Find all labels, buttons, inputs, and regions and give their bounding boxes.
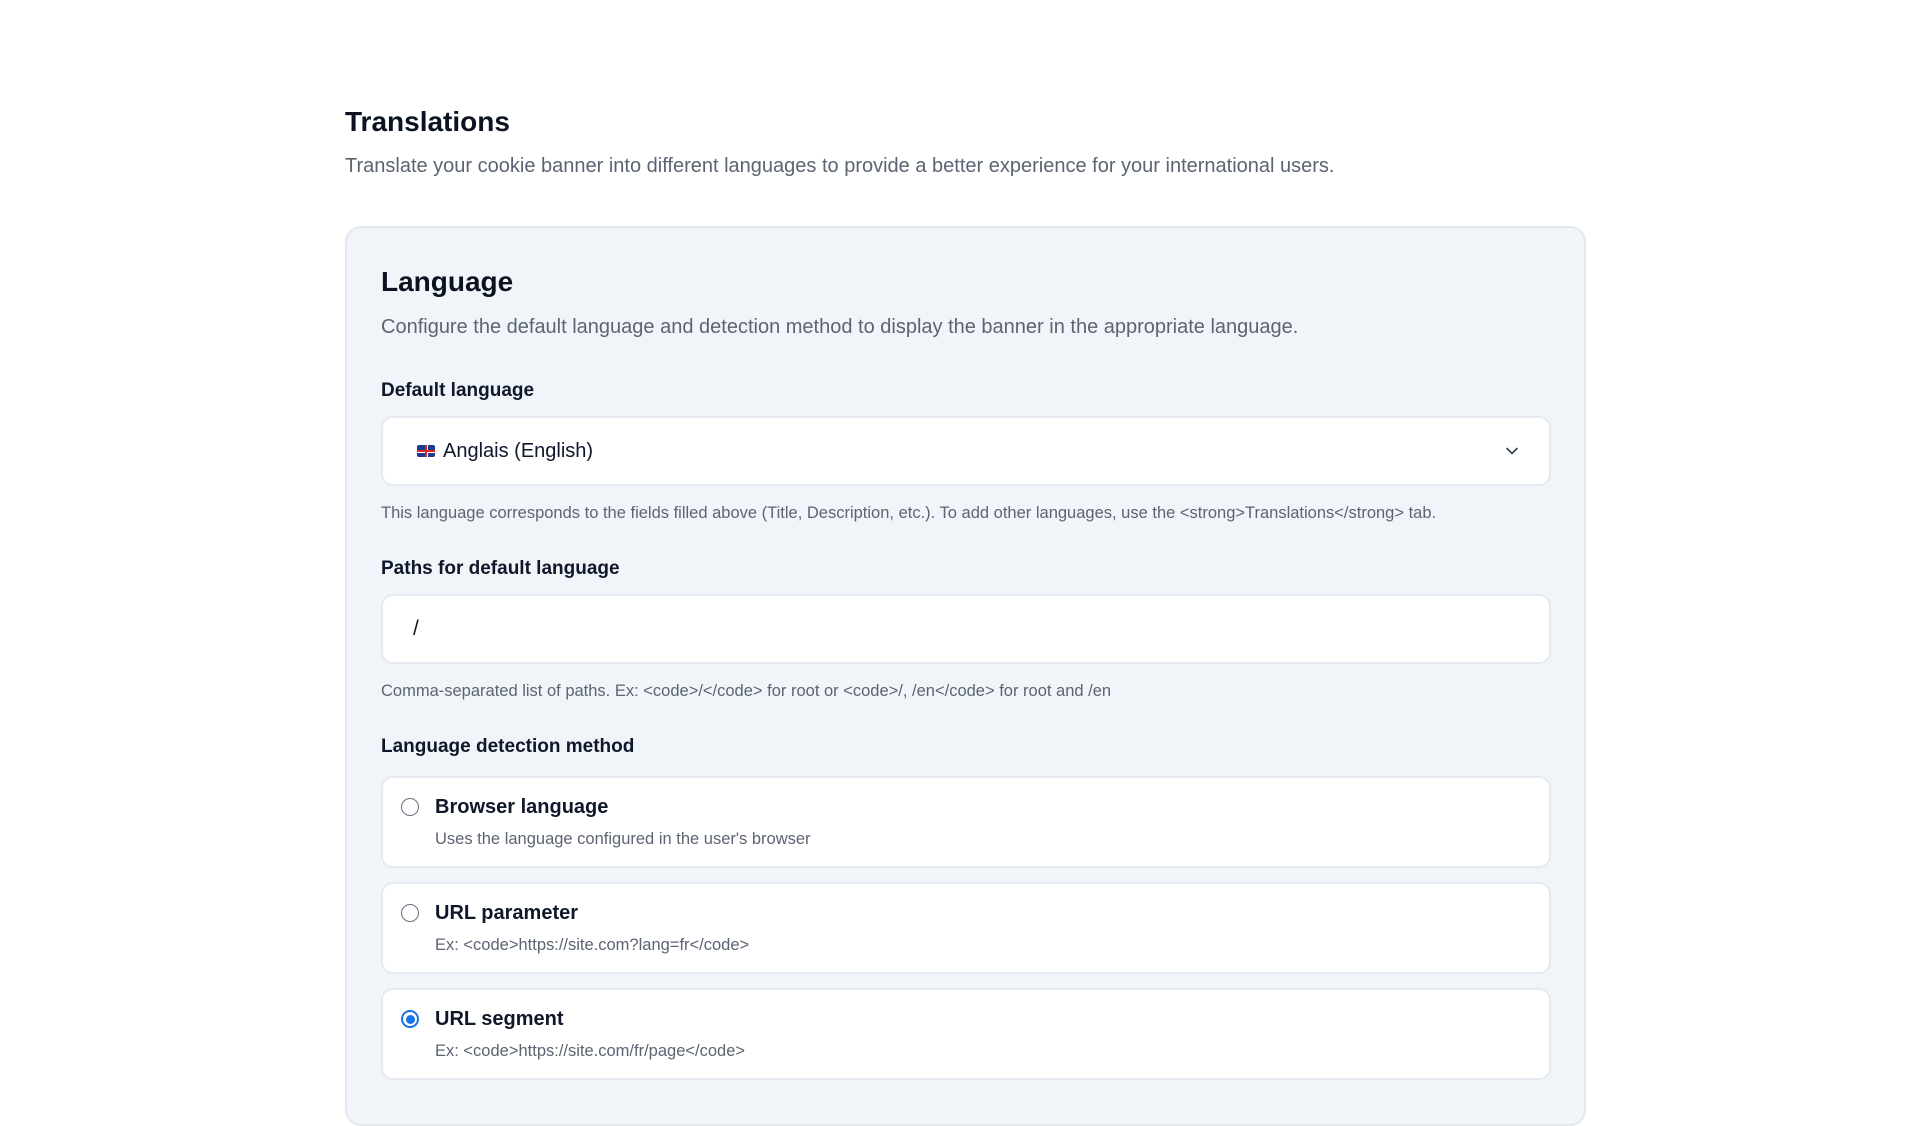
- chevron-down-icon: [1506, 447, 1518, 455]
- radio-button[interactable]: [401, 904, 419, 922]
- detection-option-url-parameter[interactable]: URL parameter Ex: <code>https://site.com…: [381, 882, 1551, 974]
- option-description: Ex: <code>https://site.com/fr/page</code…: [435, 1042, 746, 1060]
- default-language-help: This language corresponds to the fields …: [381, 504, 1437, 522]
- paths-help: Comma-separated list of paths. Ex: <code…: [381, 682, 1112, 700]
- option-description: Uses the language configured in the user…: [435, 830, 811, 848]
- translations-page: Translations Translate your cookie banne…: [345, 0, 1586, 1126]
- default-language-value: Anglais (English): [443, 439, 594, 462]
- language-card-title: Language: [381, 266, 514, 297]
- default-language-label: Default language: [381, 380, 535, 401]
- detection-method-label: Language detection method: [381, 736, 635, 757]
- radio-button[interactable]: [401, 798, 419, 816]
- page-subtitle: Translate your cookie banner into differ…: [345, 155, 1335, 177]
- radio-button-selected[interactable]: [401, 1010, 419, 1028]
- option-title: URL segment: [435, 1008, 564, 1030]
- default-language-select[interactable]: Anglais (English): [381, 416, 1551, 486]
- option-title: Browser language: [435, 796, 609, 818]
- option-description: Ex: <code>https://site.com?lang=fr</code…: [435, 936, 750, 954]
- page-title: Translations: [345, 106, 510, 137]
- detection-option-url-segment[interactable]: URL segment Ex: <code>https://site.com/f…: [381, 988, 1551, 1080]
- uk-flag-icon: [417, 445, 435, 457]
- paths-label: Paths for default language: [381, 558, 620, 579]
- paths-input[interactable]: [381, 594, 1551, 664]
- detection-option-browser-language[interactable]: Browser language Uses the language confi…: [381, 776, 1551, 868]
- option-title: URL parameter: [435, 902, 579, 924]
- language-card: Language Configure the default language …: [345, 226, 1586, 1126]
- language-card-subtitle: Configure the default language and detec…: [381, 316, 1299, 338]
